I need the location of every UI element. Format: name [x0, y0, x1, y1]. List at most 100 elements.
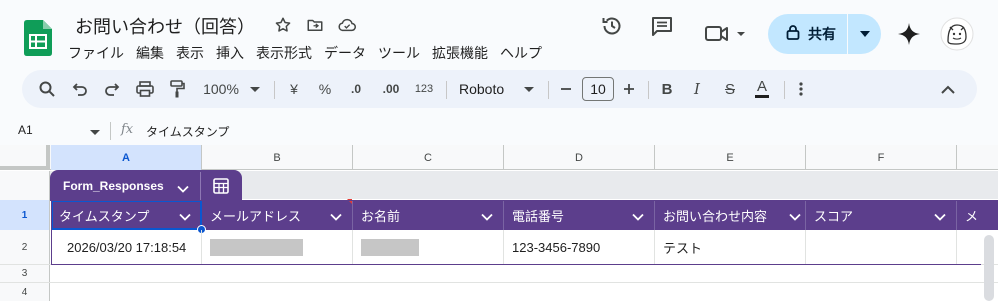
move-folder-icon[interactable] — [304, 14, 326, 36]
share-button[interactable]: 共有 — [768, 14, 881, 54]
table-header-email[interactable]: メールアドレス — [202, 200, 353, 230]
column-filter-chevron-icon[interactable] — [632, 209, 644, 224]
menu-insert[interactable]: 挿入 — [216, 42, 250, 65]
table-header-row: タイムスタンプ メールアドレス お名前 電話番号 お問い合わせ内容 スコア メ — [51, 200, 998, 230]
menu-help[interactable]: ヘルプ — [500, 42, 548, 65]
text-color-button[interactable]: A — [751, 70, 773, 108]
menu-data[interactable]: データ — [324, 42, 372, 65]
increase-font-size-icon[interactable] — [621, 70, 637, 108]
column-filter-chevron-icon[interactable] — [330, 209, 342, 224]
row-header-2[interactable]: 2 — [0, 230, 50, 264]
font-size-value[interactable]: 10 — [582, 77, 614, 101]
redo-icon[interactable] — [100, 70, 124, 108]
text-color-swatch — [755, 95, 769, 98]
column-header-row: A B C D E F — [0, 145, 998, 170]
column-header-f[interactable]: F — [806, 145, 957, 170]
paint-format-icon[interactable] — [165, 70, 189, 108]
sheets-logo-icon[interactable] — [24, 20, 52, 56]
more-options-icon[interactable] — [793, 70, 809, 108]
lock-icon — [786, 24, 800, 45]
header-label: スコア — [814, 208, 854, 224]
row-header-3[interactable]: 3 — [0, 265, 50, 282]
menu-file[interactable]: ファイル — [68, 42, 130, 65]
menu-bar: ファイル 編集 表示 挿入 表示形式 データ ツール 拡張機能 ヘルプ — [68, 42, 554, 65]
table-name-tab[interactable]: Form_Responses — [50, 170, 242, 201]
strikethrough-button[interactable]: S — [719, 70, 741, 108]
search-menus-icon[interactable] — [35, 70, 59, 108]
header-label: メ — [965, 208, 979, 224]
table-gutter — [0, 171, 50, 200]
column-header-c[interactable]: C — [353, 145, 504, 170]
share-options-chevron-icon[interactable] — [848, 31, 881, 37]
cell-f2[interactable] — [806, 230, 957, 264]
name-box[interactable]: A1 — [18, 123, 33, 137]
row-header-4[interactable]: 4 — [0, 283, 50, 301]
table-menu-chevron-icon[interactable] — [177, 180, 189, 198]
app-header: お問い合わせ（回答） ファイル 編集 表示 挿入 表示形式 データ ツール 拡張… — [0, 0, 998, 70]
spreadsheet-grid[interactable]: A B C D E F Form_Responses 1 タイムスタンプ メール… — [0, 145, 998, 301]
table-header-next[interactable]: メ — [957, 200, 998, 230]
collapse-menus-chevron-icon[interactable] — [937, 70, 959, 108]
decrease-decimal-button[interactable]: .0 — [344, 70, 368, 108]
name-box-caret-icon[interactable] — [90, 124, 100, 138]
share-label: 共有 — [808, 26, 836, 42]
font-family-select[interactable]: Roboto — [459, 70, 519, 108]
column-header-a[interactable]: A — [51, 145, 202, 170]
comment-indicator[interactable] — [347, 199, 352, 204]
column-filter-chevron-icon[interactable] — [179, 209, 191, 224]
vertical-scrollbar[interactable] — [984, 235, 994, 301]
cell-e2[interactable]: テスト — [655, 230, 806, 264]
table-header-timestamp[interactable]: タイムスタンプ — [51, 200, 202, 230]
row-header-1[interactable]: 1 — [0, 200, 50, 230]
menu-edit[interactable]: 編集 — [136, 42, 170, 65]
cell-a2[interactable]: 2026/03/20 17:18:54 — [51, 230, 202, 264]
cell-c2[interactable] — [353, 230, 504, 264]
gemini-sparkle-icon[interactable] — [897, 22, 921, 51]
column-header-e[interactable]: E — [655, 145, 806, 170]
table-header-score[interactable]: スコア — [806, 200, 957, 230]
menu-tools[interactable]: ツール — [378, 42, 426, 65]
cell-b2[interactable] — [202, 230, 353, 264]
column-filter-chevron-icon[interactable] — [481, 209, 493, 224]
table-view-grid-icon[interactable] — [212, 177, 230, 200]
increase-decimal-button[interactable]: .00 — [377, 70, 405, 108]
cloud-saved-icon[interactable] — [336, 14, 358, 36]
fx-icon: fx — [121, 122, 134, 137]
comments-icon[interactable] — [650, 14, 674, 43]
zoom-caret-icon[interactable] — [248, 70, 262, 108]
column-header-b[interactable]: B — [202, 145, 353, 170]
column-header-g[interactable] — [957, 145, 998, 170]
menu-format[interactable]: 表示形式 — [256, 42, 318, 65]
zoom-select[interactable]: 100% — [200, 70, 242, 108]
table-header-phone[interactable]: 電話番号 — [504, 200, 655, 230]
account-avatar[interactable] — [940, 17, 974, 56]
header-label: メールアドレス — [210, 208, 302, 224]
decrease-font-size-icon[interactable] — [558, 70, 574, 108]
version-history-icon[interactable] — [600, 14, 624, 43]
undo-icon[interactable] — [68, 70, 92, 108]
menu-view[interactable]: 表示 — [176, 42, 210, 65]
formula-input[interactable]: タイムスタンプ — [146, 123, 229, 140]
italic-button[interactable]: I — [686, 70, 708, 108]
format-currency-button[interactable]: ¥ — [284, 70, 304, 108]
meet-camera-icon[interactable] — [704, 22, 748, 51]
format-percent-button[interactable]: % — [315, 70, 335, 108]
column-filter-chevron-icon[interactable] — [934, 209, 946, 224]
share-main-button[interactable]: 共有 — [768, 14, 848, 54]
print-icon[interactable] — [133, 70, 157, 108]
star-icon[interactable] — [272, 14, 294, 36]
menu-extensions[interactable]: 拡張機能 — [432, 42, 494, 65]
bold-button[interactable]: B — [656, 70, 678, 108]
document-title[interactable]: お問い合わせ（回答） — [75, 13, 255, 39]
cell-d2[interactable]: 123-3456-7890 — [504, 230, 655, 264]
table-header-inquiry[interactable]: お問い合わせ内容 — [655, 200, 806, 230]
table-header-name[interactable]: お名前 — [353, 200, 504, 230]
column-filter-chevron-icon[interactable] — [789, 209, 801, 224]
toolbar: 100% ¥ % .0 .00 123 Roboto 10 B I S A — [22, 70, 977, 108]
font-family-caret-icon[interactable] — [522, 70, 536, 108]
column-header-d[interactable]: D — [504, 145, 655, 170]
font-size-field[interactable]: 10 — [581, 70, 615, 108]
number-format-button[interactable]: 123 — [412, 70, 436, 108]
select-all-corner[interactable] — [0, 145, 50, 170]
redacted-email — [210, 238, 303, 256]
